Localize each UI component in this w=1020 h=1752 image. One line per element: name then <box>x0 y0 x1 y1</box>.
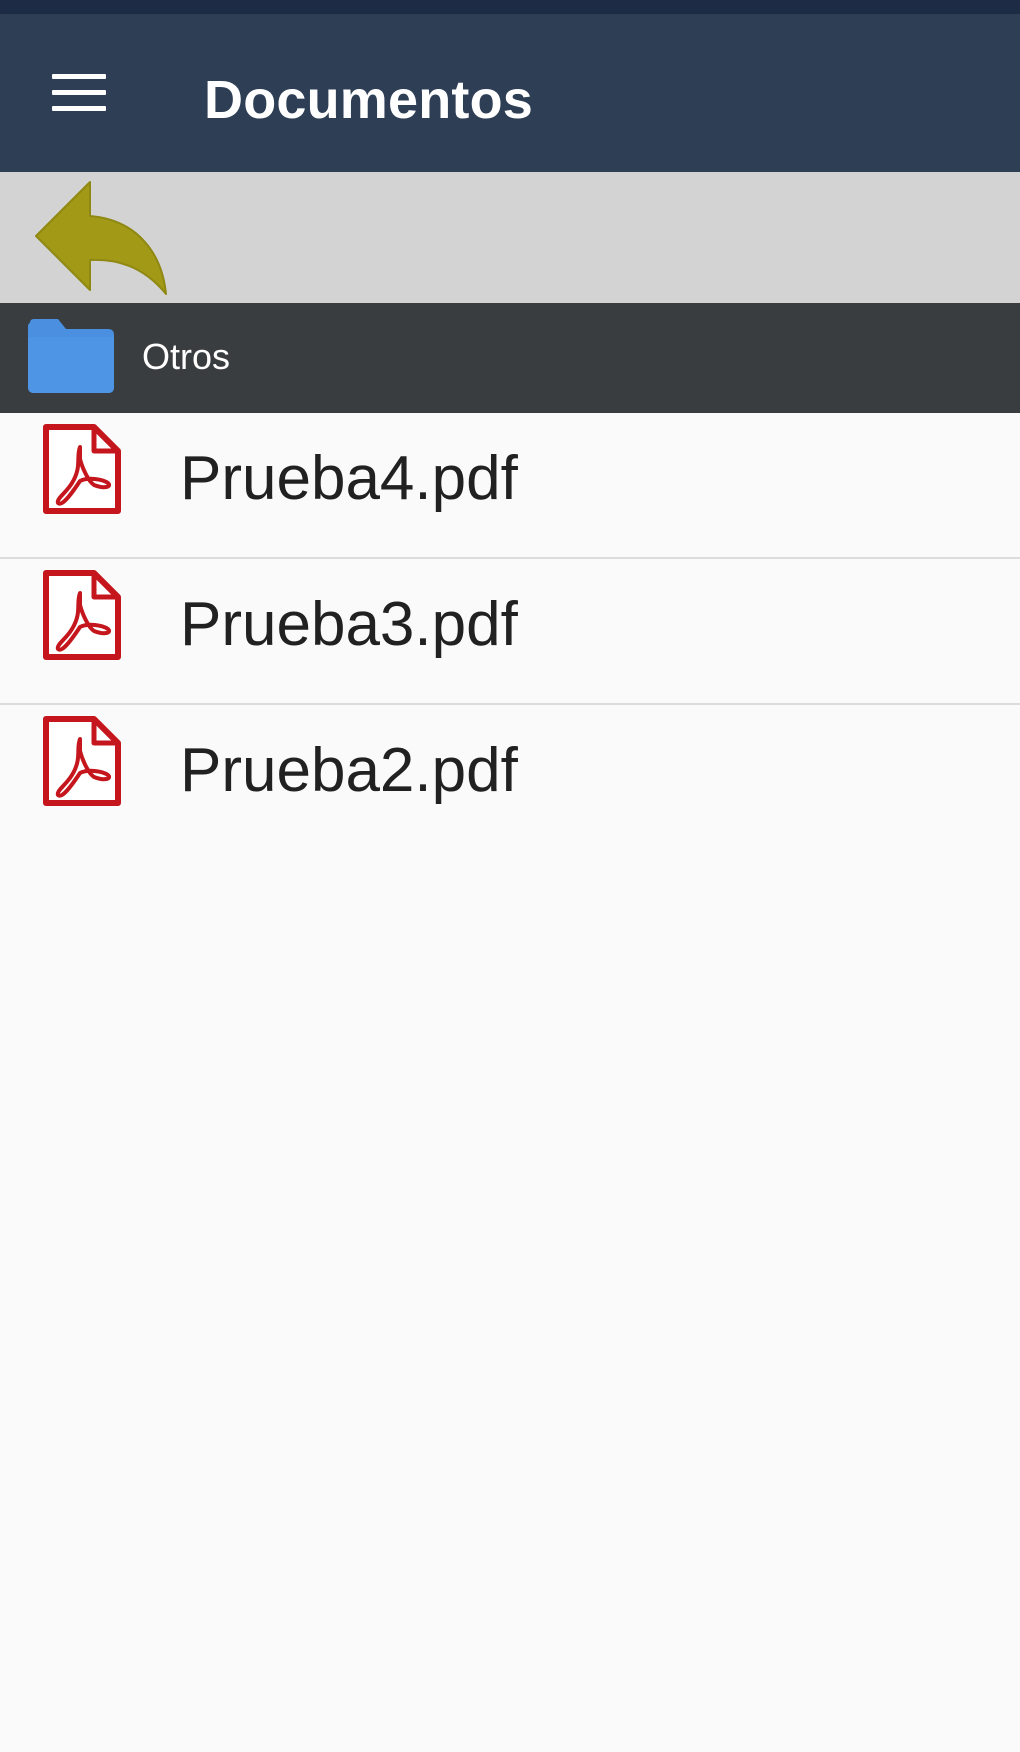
navigation-toolbar <box>0 172 1020 303</box>
file-name: Prueba4.pdf <box>180 444 518 513</box>
file-list-item[interactable]: Prueba3.pdf <box>0 559 1020 705</box>
file-name: Prueba3.pdf <box>180 590 518 659</box>
app-bar: Documentos <box>0 14 1020 172</box>
file-list-item[interactable]: Prueba4.pdf <box>0 413 1020 559</box>
pdf-file-icon <box>43 570 121 660</box>
menu-button[interactable] <box>36 62 122 124</box>
pdf-file-icon <box>43 716 121 806</box>
file-list: Prueba4.pdf Prueba3.pdf Prueba2.pdf <box>0 413 1020 849</box>
status-bar <box>0 0 1020 14</box>
reply-back-arrow-icon <box>35 181 167 295</box>
back-button[interactable] <box>28 180 176 296</box>
file-list-item[interactable]: Prueba2.pdf <box>0 705 1020 849</box>
folder-icon <box>28 319 114 393</box>
pdf-file-icon <box>43 424 121 514</box>
folder-row[interactable]: Otros <box>0 303 1020 413</box>
file-name: Prueba2.pdf <box>180 736 518 805</box>
folder-label: Otros <box>142 336 231 377</box>
page-title: Documentos <box>204 70 534 130</box>
